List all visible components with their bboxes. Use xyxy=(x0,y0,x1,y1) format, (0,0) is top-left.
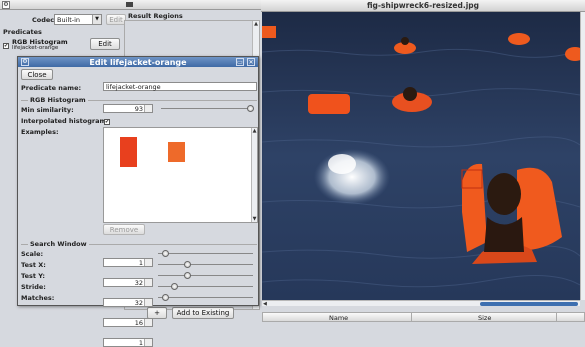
file-table-header: Name Size xyxy=(262,312,585,322)
param-value: 32 xyxy=(134,298,143,307)
image-window-titlebar: fig-shipwreck6-resized.jpg xyxy=(261,0,585,12)
window-menu-icon[interactable] xyxy=(126,2,133,7)
param-label: Matches: xyxy=(21,294,55,302)
codec-edit-button[interactable]: Edit xyxy=(106,14,126,25)
param-row: Scale: 1 xyxy=(18,66,258,267)
dialog-titlebar[interactable]: ⚙ Edit lifejacket-orange ▭ ✕ xyxy=(18,57,258,67)
param-value: 1 xyxy=(138,338,143,347)
slider-knob[interactable] xyxy=(184,272,191,279)
image-horizontal-scrollbar[interactable]: ◀ xyxy=(262,300,580,307)
min-similarity-spinner[interactable]: 93 xyxy=(103,104,153,113)
column-name-header[interactable]: Name xyxy=(329,314,348,322)
close-button[interactable]: Close xyxy=(21,69,53,80)
column-size-header[interactable]: Size xyxy=(478,314,491,322)
codec-value: Built-in xyxy=(57,15,81,24)
chevron-down-icon: ▼ xyxy=(92,15,101,24)
spinner-arrows-icon[interactable] xyxy=(144,259,152,266)
predicate-name-label: Predicate name: xyxy=(21,84,82,92)
spinner-arrows-icon[interactable] xyxy=(144,105,152,112)
param-label: Stride: xyxy=(21,283,46,291)
column-divider xyxy=(556,313,557,321)
shipwreck-photo xyxy=(262,12,580,300)
spinner-arrows-icon[interactable] xyxy=(144,339,152,346)
param-spinner[interactable]: 1 xyxy=(103,258,153,267)
app-menu-icon[interactable]: ⚙ xyxy=(2,1,10,9)
slider-knob[interactable] xyxy=(247,105,254,112)
param-label: Test Y: xyxy=(21,272,45,280)
check-icon: ✔ xyxy=(104,119,110,125)
param-value: 32 xyxy=(134,278,143,287)
param-slider[interactable] xyxy=(158,261,253,268)
slider-knob[interactable] xyxy=(184,261,191,268)
param-spinner[interactable]: 32 xyxy=(103,278,153,287)
param-spinner[interactable]: 1 xyxy=(103,338,153,347)
examples-scrollbar[interactable]: ▲ ▼ xyxy=(251,128,257,222)
minimize-icon[interactable]: ▭ xyxy=(236,58,244,66)
result-regions-label: Result Regions xyxy=(128,12,183,20)
param-value: 16 xyxy=(134,318,143,327)
middle-titlebar xyxy=(122,0,261,10)
search-section-title: Search Window xyxy=(28,240,89,248)
spinner-arrows-icon[interactable] xyxy=(144,319,152,326)
codec-label: Codec xyxy=(32,16,55,24)
examples-list[interactable]: ▲ ▼ xyxy=(103,127,258,223)
image-canvas[interactable] xyxy=(262,12,580,300)
param-spinner[interactable]: 16 xyxy=(103,318,153,327)
codec-select[interactable]: Built-in ▼ xyxy=(54,14,102,25)
scroll-up-icon[interactable]: ▲ xyxy=(252,128,257,134)
edit-dialog: ⚙ Edit lifejacket-orange ▭ ✕ Close Predi… xyxy=(17,56,259,347)
add-to-existing-button[interactable]: Add to Existing xyxy=(172,307,234,319)
param-label: Scale: xyxy=(21,250,44,258)
param-label: Test X: xyxy=(21,261,46,269)
close-icon[interactable]: ✕ xyxy=(247,58,255,66)
predicates-heading: Predicates xyxy=(3,28,42,36)
spinner-arrows-icon[interactable] xyxy=(144,299,152,306)
interpolated-label: Interpolated histogram: xyxy=(21,117,109,125)
param-slider[interactable] xyxy=(158,250,253,257)
rgb-section-title: RGB Histogram xyxy=(28,96,88,104)
horizontal-scroll-thumb[interactable] xyxy=(480,302,578,306)
predicate-edit-button[interactable]: Edit xyxy=(90,38,120,50)
slider-knob[interactable] xyxy=(162,294,169,301)
param-spinner[interactable]: 32 xyxy=(103,298,153,307)
check-icon: ✔ xyxy=(3,43,9,49)
param-slider[interactable] xyxy=(158,272,253,279)
scroll-left-icon[interactable]: ◀ xyxy=(263,301,267,307)
remove-button[interactable]: Remove xyxy=(103,224,145,235)
examples-label: Examples: xyxy=(21,128,59,136)
dialog-title: Edit lifejacket-orange xyxy=(89,58,187,67)
scroll-up-icon[interactable]: ▲ xyxy=(253,21,259,27)
scroll-down-icon[interactable]: ▼ xyxy=(252,216,257,222)
param-slider[interactable] xyxy=(158,294,253,301)
column-divider xyxy=(411,313,412,321)
slider-knob[interactable] xyxy=(162,250,169,257)
spinner-arrows-icon[interactable] xyxy=(144,279,152,286)
min-similarity-label: Min similarity: xyxy=(21,106,74,114)
param-slider[interactable] xyxy=(158,283,253,290)
image-vertical-scrollbar[interactable] xyxy=(580,12,585,300)
slider-knob[interactable] xyxy=(171,283,178,290)
predicate-name-field[interactable]: lifejacket-orange xyxy=(103,82,257,91)
interpolated-checkbox[interactable]: ✔ xyxy=(104,117,110,125)
min-similarity-value: 93 xyxy=(134,104,143,113)
example-swatch[interactable] xyxy=(168,142,185,162)
main-window-titlebar: ⚙ xyxy=(0,0,122,10)
example-swatch[interactable] xyxy=(120,137,137,167)
min-similarity-slider[interactable] xyxy=(161,105,254,112)
param-value: 1 xyxy=(138,258,143,267)
image-window-title: fig-shipwreck6-resized.jpg xyxy=(366,1,480,10)
predicate-checkbox[interactable]: ✔ xyxy=(3,41,9,49)
predicate-subtitle: lifejacket-orange xyxy=(12,45,59,51)
